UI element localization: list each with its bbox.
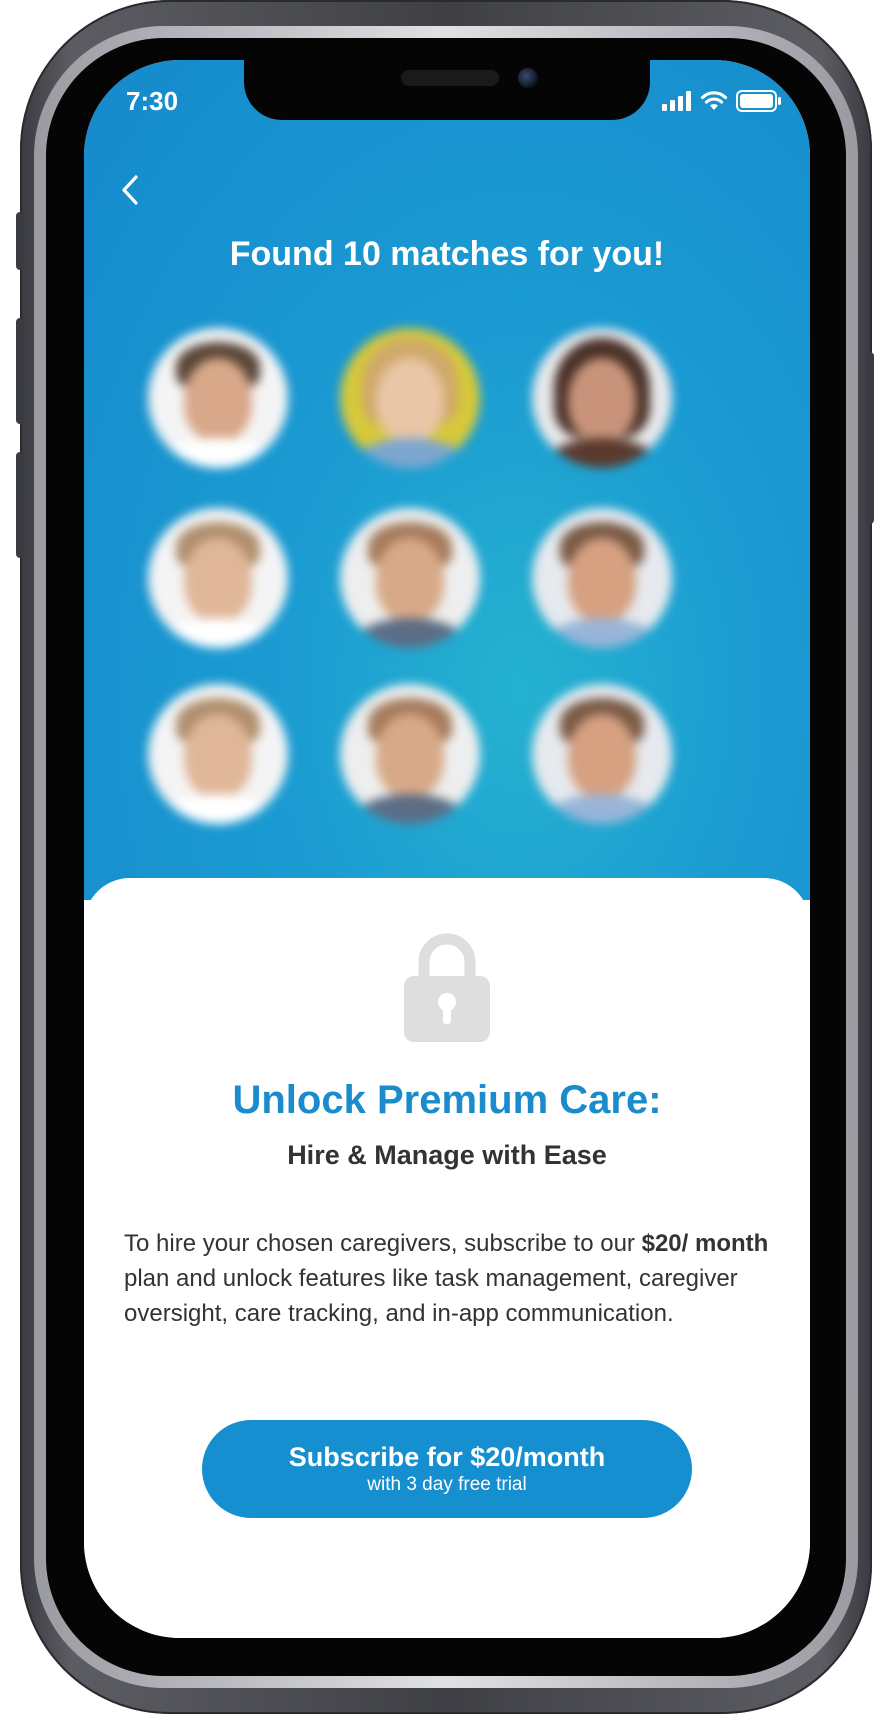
- chevron-left-icon: [122, 175, 138, 205]
- price-highlight: $20/ month: [641, 1230, 769, 1257]
- match-avatar: [148, 684, 288, 824]
- free-trial-label: with 3 day free trial: [367, 1474, 527, 1495]
- wifi-icon: [700, 91, 728, 110]
- status-time: 7:30: [126, 86, 179, 116]
- match-avatar: [532, 684, 672, 824]
- match-avatar: [532, 508, 672, 648]
- silent-switch: [16, 212, 24, 270]
- volume-down-button: [16, 452, 24, 558]
- match-avatar: [532, 328, 672, 468]
- front-camera: [518, 68, 538, 88]
- description-text: plan and unlock features like task manag…: [124, 1265, 738, 1327]
- paywall-description: To hire your chosen caregivers, subscrib…: [124, 1226, 784, 1331]
- subscribe-button[interactable]: Subscribe for $20/month with 3 day free …: [202, 1420, 692, 1518]
- match-avatar: [340, 684, 480, 824]
- status-icons: [662, 90, 782, 112]
- match-avatar: [148, 508, 288, 648]
- earpiece-speaker: [401, 70, 499, 86]
- match-avatar: [148, 328, 288, 468]
- match-avatar: [340, 508, 480, 648]
- description-text: To hire your chosen caregivers, subscrib…: [124, 1230, 642, 1257]
- power-button: [866, 352, 874, 524]
- battery-icon: [736, 90, 781, 112]
- volume-up-button: [16, 318, 24, 424]
- phone-notch: [244, 60, 650, 120]
- paywall-card: Unlock Premium Care: Hire & Manage with …: [84, 878, 810, 1638]
- lock-icon: [404, 933, 490, 1042]
- match-avatar: [340, 328, 480, 468]
- matches-hero: 7:30 Found 10 matches for you!: [84, 60, 810, 900]
- matches-title: Found 10 matches for you!: [229, 235, 665, 273]
- subscribe-button-label: Subscribe for $20/month: [288, 1442, 606, 1472]
- cellular-signal-icon: [662, 91, 691, 111]
- paywall-title: Unlock Premium Care:: [232, 1078, 662, 1122]
- back-button[interactable]: [116, 170, 146, 210]
- paywall-subtitle: Hire & Manage with Ease: [287, 1140, 607, 1170]
- phone-screen: 7:30 Found 10 matches for you! Unlock Pr…: [84, 60, 810, 1638]
